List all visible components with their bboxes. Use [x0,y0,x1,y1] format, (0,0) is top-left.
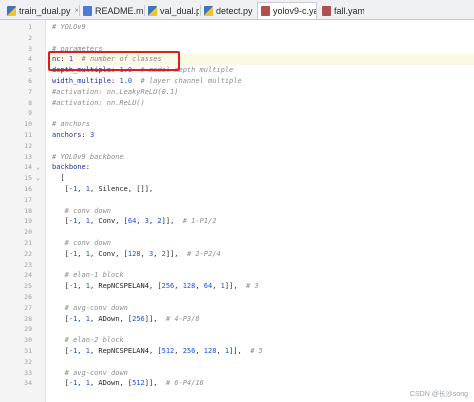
code-line[interactable]: #activation: nn.ReLU() [52,98,145,109]
line-number: 5 [28,66,32,75]
markdown-file-icon [83,5,92,16]
code-line[interactable]: [-1, 1, ADown, [512]], # 6-P4/16 [52,378,204,389]
highlight-box [48,51,180,71]
tab-detect-py[interactable]: detect.py× [201,2,255,19]
code-line[interactable]: [-1, 1, Silence, []], [52,184,154,195]
fold-icon[interactable]: ⌄ [36,173,40,184]
close-icon[interactable]: × [75,6,78,15]
line-number: 11 [24,131,32,139]
code-line[interactable]: anchors: 3 [52,130,94,141]
code-line[interactable]: [-1, 1, RepNCSPELAN4, [256, 128, 64, 1]]… [52,281,259,292]
yaml-file-icon [322,5,331,16]
tab-yolov9-c-yaml[interactable]: yolov9-c.yaml× [257,2,317,19]
line-number: 32 [24,357,32,366]
tab-label: fall.yaml [334,5,364,16]
line-number: 31 [24,347,32,355]
tab-readme-md[interactable]: README.md× [80,2,143,19]
code-line[interactable]: # elan-2 block [52,335,124,346]
line-number: 2 [28,33,32,42]
tab-fall-yaml[interactable]: fall.yaml× [319,2,364,19]
line-number: 19 [24,217,32,226]
line-number: 20 [24,228,32,237]
code-line[interactable]: [-1, 1, RepNCSPELAN4, [512, 256, 128, 1]… [52,346,263,357]
code-editor[interactable]: # YOLOv9 # parameters nc: 1 # number of cl… [47,20,474,402]
code-line[interactable]: width_multiple: 1.0 # layer channel mult… [52,76,242,87]
line-number: 18 [24,206,32,215]
line-number: 10 [24,120,32,129]
line-number-gutter: 1 2 3 4 5 6 7 8 9 10 11 12 13 14 15 16 17 18 19 20 21 22 23 24 2… [0,20,46,402]
fold-icon[interactable]: ⌄ [36,162,40,173]
line-number: 34 [24,379,32,388]
line-number: 30 [24,336,32,345]
yaml-file-icon [261,6,270,16]
code-line[interactable]: [-1, 1, Conv, [64, 3, 2]], # 1-P1/2 [52,216,217,227]
tab-label: detect.py [216,5,253,16]
code-line[interactable]: #activation: nn.LeakyReLU(0.1) [52,87,178,98]
line-number: 8 [28,98,32,107]
line-number: 3 [28,44,32,53]
line-number: 26 [24,293,32,301]
line-number: 25 [24,282,32,291]
code-line[interactable]: backbone: [52,162,90,173]
line-number: 23 [24,260,32,269]
editor-tab-bar: train_dual.py×README.md×val_dual.py×dete… [0,0,474,20]
line-number: 12 [24,141,32,150]
code-line[interactable]: # avg-conv down [52,368,128,379]
tab-train-dual-py[interactable]: train_dual.py × [4,2,78,19]
tab-val-dual-py[interactable]: val_dual.py× [145,2,199,19]
line-number: 7 [28,87,32,96]
line-number: 17 [24,195,32,204]
line-number: 13 [24,152,32,161]
line-number: 16 [24,185,32,193]
code-line[interactable]: [-1, 1, ADown, [256]], # 4-P3/8 [52,314,200,325]
line-number: 14 [24,163,32,172]
code-line[interactable]: # conv down [52,206,111,217]
code-line[interactable]: [-1, 1, Conv, [128, 3, 2]], # 2-P2/4 [52,249,221,260]
line-number: 9 [28,109,32,118]
code-line[interactable]: # elan-1 block [52,270,124,281]
tab-label: yolov9-c.yaml [273,6,316,16]
python-file-icon [7,5,16,16]
code-line[interactable]: # avg-conv down [52,303,128,314]
watermark: CSDN @长沙song [409,391,468,398]
line-number: 4 [28,55,32,64]
line-number: 6 [28,77,32,85]
python-file-icon [148,5,157,16]
tab-label: val_dual.py [160,5,199,16]
line-number: 27 [24,303,32,312]
line-number: 22 [24,249,32,258]
tab-label: train_dual.py [19,5,71,16]
code-line[interactable]: # YOLOv9 [52,22,86,33]
line-number: 15 [24,174,32,183]
code-line[interactable]: [ [52,173,64,184]
line-number: 24 [24,271,32,280]
code-line[interactable]: # anchors [52,119,90,130]
line-number: 21 [24,239,32,247]
code-line[interactable]: # conv down [52,238,111,249]
line-number: 33 [24,368,32,377]
line-number: 28 [24,314,32,323]
python-file-icon [204,5,213,16]
code-line[interactable]: # YOLOv9 backbone [52,152,124,163]
line-number: 1 [28,23,32,31]
tab-label: README.md [95,5,143,16]
line-number: 29 [24,325,32,334]
